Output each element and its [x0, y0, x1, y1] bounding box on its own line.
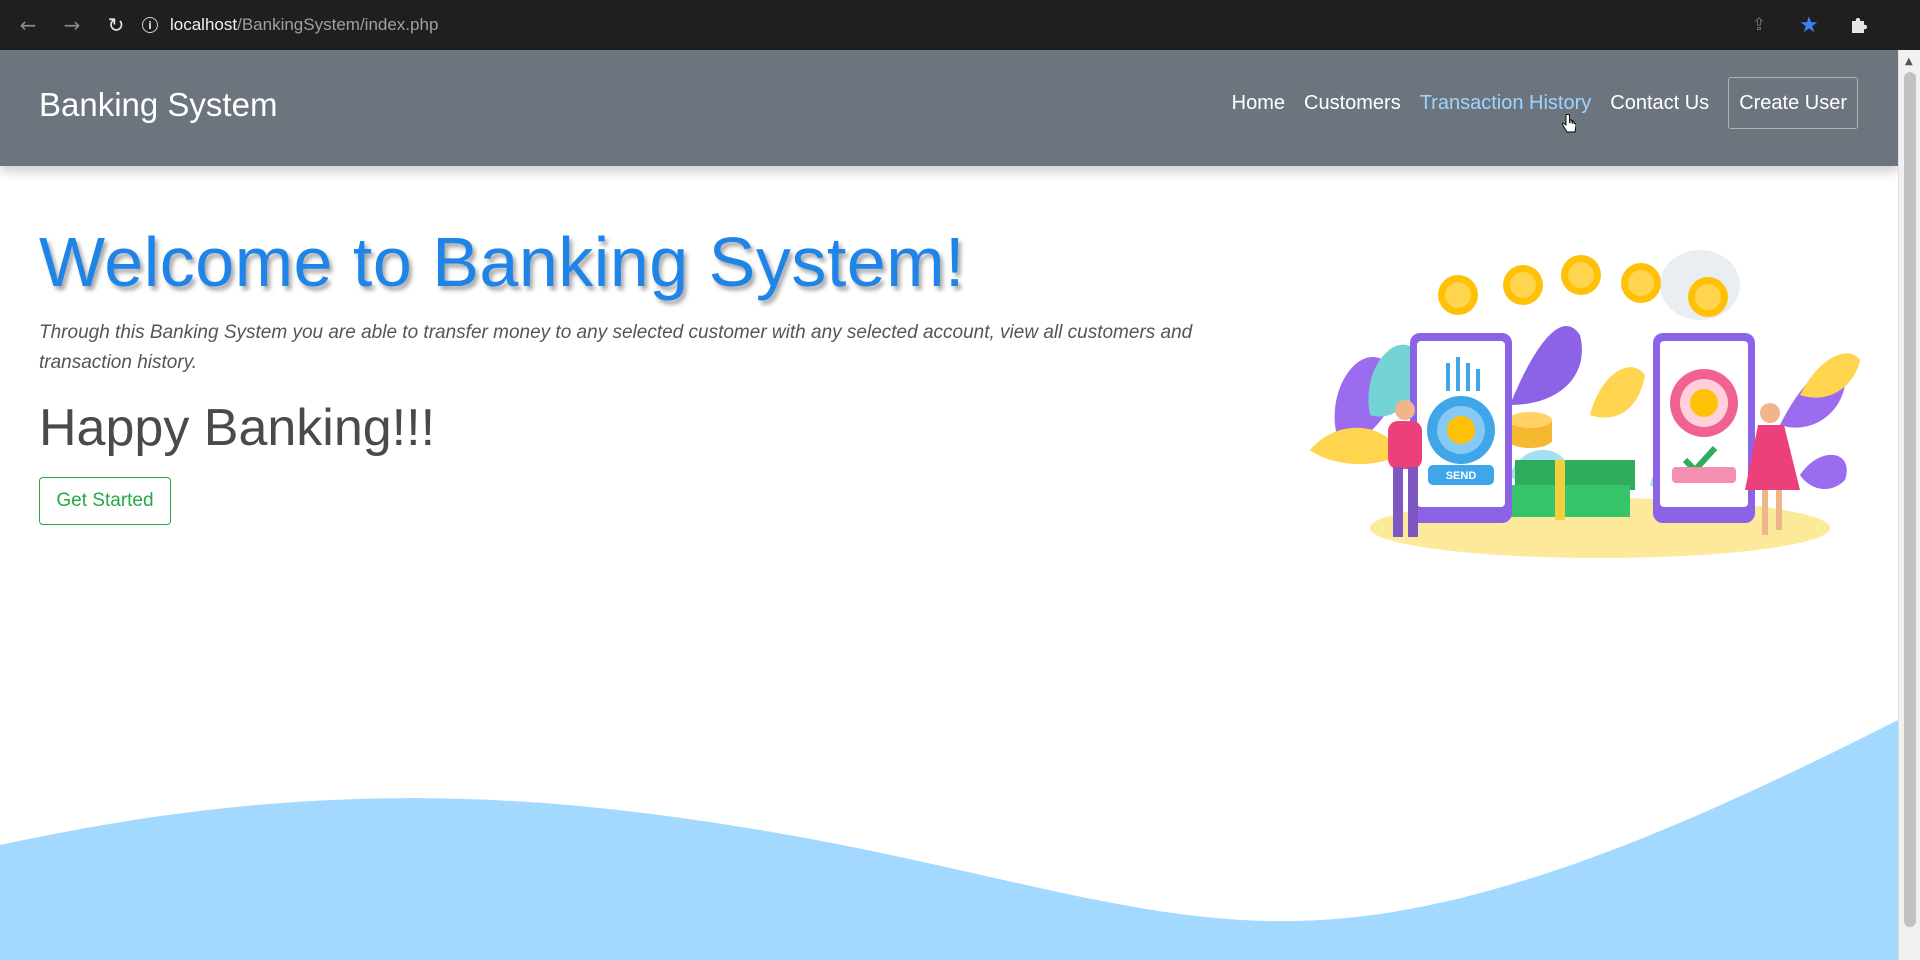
scroll-thumb[interactable]	[1904, 72, 1916, 927]
address-bar[interactable]: i localhost /BankingSystem/index.php	[142, 9, 1762, 41]
send-label: SEND	[1446, 470, 1477, 482]
hero-subtitle: Happy Banking!!!	[39, 399, 436, 457]
nav-link-home[interactable]: Home	[1232, 92, 1285, 115]
url-host: localhost	[170, 15, 238, 34]
nav-link-transaction-history[interactable]: Transaction History	[1420, 92, 1592, 115]
decorative-wave	[0, 720, 1898, 960]
mobile-payment-illustration: SEND	[1310, 250, 1860, 558]
reload-icon[interactable]: ↻	[100, 9, 132, 41]
brand-logo-text[interactable]: Banking System	[39, 86, 277, 124]
nav-link-contact-us[interactable]: Contact Us	[1610, 92, 1709, 115]
hero-description: Through this Banking System you are able…	[39, 322, 1193, 373]
hero-title: Welcome to Banking System!	[39, 223, 965, 301]
get-started-button[interactable]: Get Started	[39, 477, 171, 525]
back-icon[interactable]: ←	[12, 9, 44, 41]
info-icon[interactable]: i	[142, 17, 158, 33]
nav-links: Home Customers Transaction History Conta…	[1232, 77, 1858, 129]
nav-link-customers[interactable]: Customers	[1304, 92, 1401, 115]
puzzle-icon[interactable]	[1844, 10, 1874, 40]
hand-cursor-icon	[1562, 114, 1576, 133]
browser-toolbar: ← → ↻ i localhost /BankingSystem/index.p…	[0, 0, 1920, 50]
scroll-up-icon[interactable]: ▲	[1905, 56, 1913, 67]
share-icon[interactable]: ⇪	[1744, 10, 1774, 40]
star-icon[interactable]: ★	[1794, 10, 1824, 40]
site-navbar: Banking System Home Customers Transactio…	[0, 50, 1898, 166]
profile-avatar[interactable]	[1890, 10, 1920, 40]
page-scrollbar[interactable]: ▲	[1898, 50, 1920, 960]
forward-icon[interactable]: →	[56, 9, 88, 41]
url-path: /BankingSystem/index.php	[237, 15, 439, 34]
create-user-button[interactable]: Create User	[1728, 77, 1858, 129]
